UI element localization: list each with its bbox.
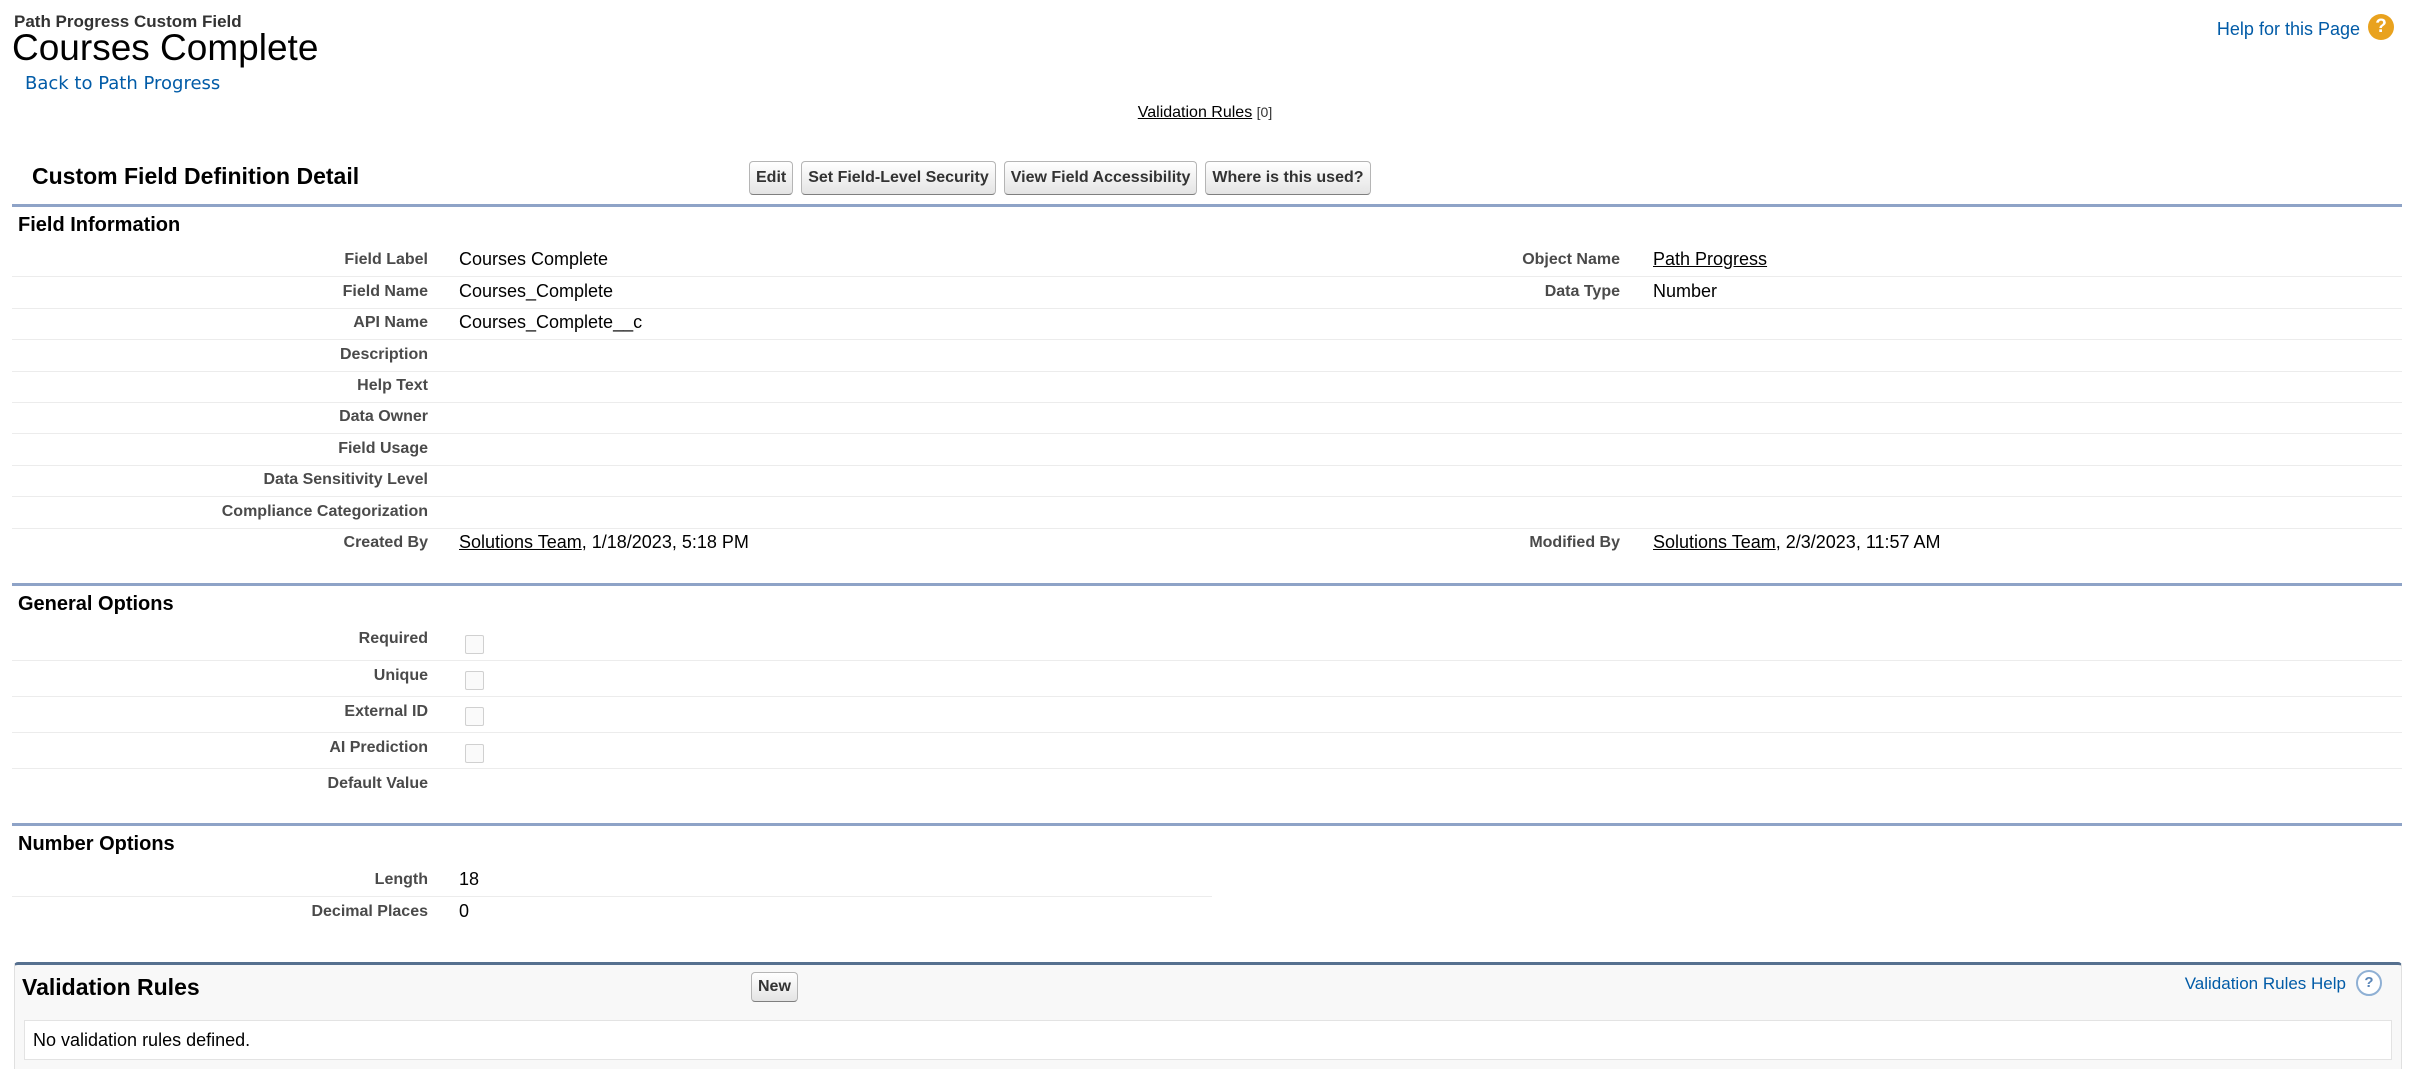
back-to-object-link[interactable]: Back to Path Progress — [25, 73, 220, 94]
compliance-categorization-label: Compliance Categorization — [221, 503, 428, 520]
validation-rules-count: [0] — [1256, 104, 1273, 120]
external-id-checkbox — [465, 707, 484, 726]
required-label: Required — [358, 630, 428, 647]
row-divider — [12, 276, 2402, 277]
length-label: Length — [374, 871, 428, 888]
modified-by-value: Solutions Team, 2/3/2023, 11:57 AM — [1653, 532, 1941, 553]
detail-block-title: Custom Field Definition Detail — [32, 163, 360, 189]
row-divider — [12, 528, 2402, 529]
edit-button[interactable]: Edit — [749, 161, 794, 195]
ai-prediction-checkbox — [465, 744, 484, 763]
length-value: 18 — [459, 869, 480, 889]
section-general-options: General Options — [18, 593, 174, 615]
row-divider — [12, 371, 2402, 372]
section-divider — [12, 583, 2402, 586]
validation-rules-link[interactable]: Validation Rules — [1138, 104, 1252, 121]
row-divider — [12, 402, 2402, 403]
modified-by-label: Modified By — [1529, 534, 1620, 551]
ai-prediction-label: AI Prediction — [329, 739, 428, 756]
section-divider — [12, 204, 2402, 207]
row-divider — [12, 308, 2402, 309]
data-type-value: Number — [1653, 281, 1718, 301]
required-checkbox — [465, 635, 484, 654]
row-divider — [12, 732, 2402, 733]
validation-rules-list-title: Validation Rules — [22, 974, 200, 1000]
set-field-level-security-button[interactable]: Set Field-Level Security — [801, 161, 996, 195]
row-divider — [12, 768, 2402, 769]
modified-by-date: , 2/3/2023, 11:57 AM — [1775, 532, 1941, 552]
empty-list-text: No validation rules defined. — [33, 1030, 251, 1050]
row-divider — [12, 696, 2402, 697]
new-validation-rule-button[interactable]: New — [751, 972, 798, 1002]
section-field-information: Field Information — [18, 214, 181, 236]
field-usage-label: Field Usage — [338, 440, 428, 457]
section-divider — [12, 823, 2402, 826]
object-name-link[interactable]: Path Progress — [1653, 249, 1767, 270]
section-number-options: Number Options — [18, 833, 175, 855]
data-type-label: Data Type — [1544, 283, 1620, 300]
unique-label: Unique — [373, 667, 428, 684]
detail-button-row: Edit Set Field-Level Security View Field… — [749, 161, 1371, 195]
decimal-places-label: Decimal Places — [311, 903, 428, 920]
validation-rules-help-link[interactable]: Validation Rules Help — [2185, 974, 2346, 994]
where-is-this-used-button[interactable]: Where is this used? — [1205, 161, 1371, 195]
help-icon[interactable]: ? — [2356, 970, 2382, 996]
page-title: Courses Complete — [12, 27, 319, 68]
description-label: Description — [339, 346, 428, 363]
default-value-label: Default Value — [327, 775, 428, 792]
unique-checkbox — [465, 671, 484, 690]
help-icon[interactable]: ? — [2368, 14, 2394, 40]
help-text-label: Help Text — [357, 377, 428, 394]
help-for-page-link[interactable]: Help for this Page — [2217, 19, 2360, 40]
api-name-label: API Name — [353, 314, 428, 331]
empty-list-message: No validation rules defined. — [24, 1020, 2392, 1060]
row-divider — [12, 660, 2402, 661]
data-sensitivity-level-label: Data Sensitivity Level — [263, 471, 428, 488]
row-divider — [12, 465, 2402, 466]
row-divider — [12, 496, 2402, 497]
api-name-value: Courses_Complete__c — [459, 312, 643, 332]
external-id-label: External ID — [344, 703, 428, 720]
object-name-label: Object Name — [1522, 251, 1620, 268]
row-divider — [12, 433, 2402, 434]
row-divider — [12, 896, 1212, 897]
modified-by-user-link[interactable]: Solutions Team — [1653, 532, 1776, 552]
view-field-accessibility-button[interactable]: View Field Accessibility — [1003, 161, 1198, 195]
related-links-bar: Validation Rules [0] — [0, 104, 2410, 122]
decimal-places-value: 0 — [459, 901, 470, 921]
data-owner-label: Data Owner — [339, 408, 428, 425]
row-divider — [12, 339, 2402, 340]
